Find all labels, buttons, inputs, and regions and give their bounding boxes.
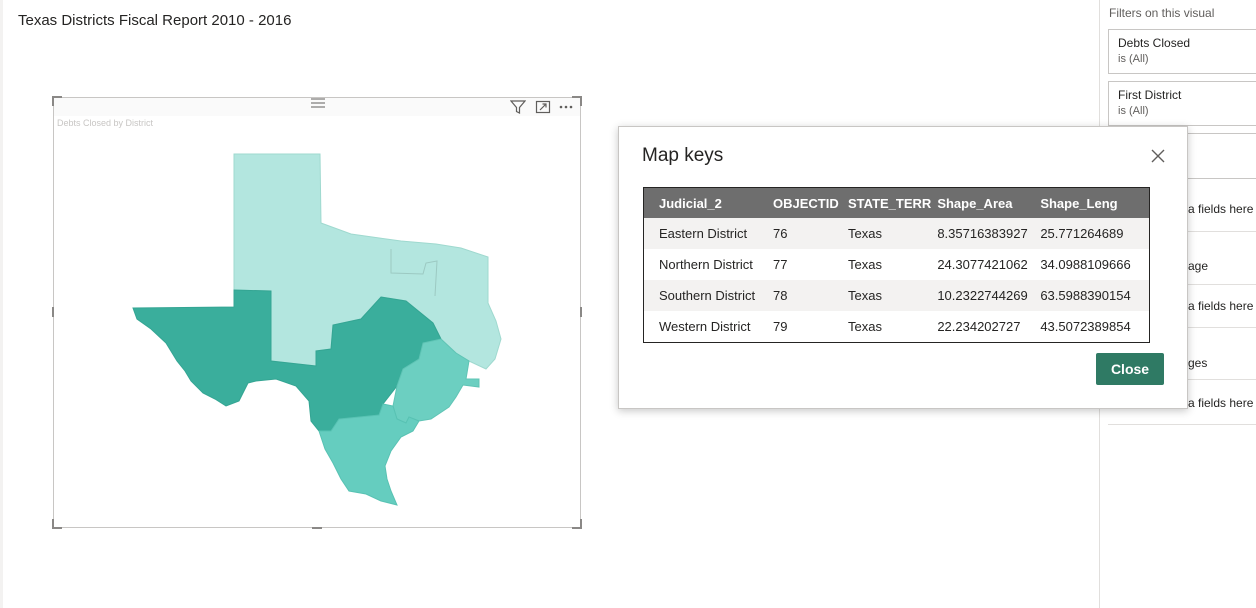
table-cell: 63.5988390154 xyxy=(1034,280,1150,311)
close-icon[interactable] xyxy=(1149,147,1167,165)
table-cell: 10.2322744269 xyxy=(931,280,1035,311)
table-header-row: Judicial_2 OBJECTID STATE_TERR Shape_Are… xyxy=(643,187,1150,218)
filter-card-debts-closed[interactable]: Debts Closed is (All) xyxy=(1108,29,1256,74)
column-header: Shape_Area xyxy=(931,187,1035,218)
map-visual[interactable]: Debts Closed by District xyxy=(52,96,582,529)
table-cell: Southern District xyxy=(643,280,767,311)
resize-handle-right[interactable] xyxy=(580,307,582,317)
table-cell: 43.5072389854 xyxy=(1034,311,1150,343)
resize-handle-bottom[interactable] xyxy=(312,527,322,529)
filter-card-first-district[interactable]: First District is (All) xyxy=(1108,81,1256,126)
table-cell: 8.35716383927 xyxy=(931,218,1035,249)
column-header: STATE_TERR xyxy=(842,187,932,218)
filters-heading: Filters on this visual xyxy=(1109,6,1215,20)
table-cell: Texas xyxy=(842,218,932,249)
table-cell: 34.0988109666 xyxy=(1034,249,1150,280)
table-cell: 76 xyxy=(767,218,842,249)
table-cell: 77 xyxy=(767,249,842,280)
table-cell: 22.234202727 xyxy=(931,311,1035,343)
filters-section-label: age xyxy=(1188,259,1209,273)
filter-name: First District xyxy=(1118,88,1182,102)
resize-handle-top-right[interactable] xyxy=(572,96,582,106)
map-keys-table: Judicial_2 OBJECTID STATE_TERR Shape_Are… xyxy=(643,187,1150,343)
table-cell: 24.3077421062 xyxy=(931,249,1035,280)
filter-value: is (All) xyxy=(1118,53,1149,65)
table-cell: Texas xyxy=(842,311,932,343)
table-cell: Northern District xyxy=(643,249,767,280)
add-data-fields-drop-zone[interactable]: a fields here xyxy=(1188,299,1253,313)
filters-section-label: ges xyxy=(1188,356,1208,370)
table-cell: 79 xyxy=(767,311,842,343)
filter-value: is (All) xyxy=(1118,105,1149,117)
close-button[interactable]: Close xyxy=(1096,353,1164,385)
table-row: Eastern District 76 Texas 8.35716383927 … xyxy=(643,218,1150,249)
column-header: OBJECTID xyxy=(767,187,842,218)
divider xyxy=(1108,424,1256,425)
resize-handle-bottom-right[interactable] xyxy=(572,519,582,529)
dialog-title: Map keys xyxy=(642,145,724,166)
filter-name: Debts Closed xyxy=(1118,36,1191,50)
table-row: Northern District 77 Texas 24.3077421062… xyxy=(643,249,1150,280)
map-keys-dialog: Map keys Judicial_2 OBJECTID STATE_TERR … xyxy=(618,126,1188,409)
canvas-edge xyxy=(0,0,3,608)
page-title: Texas Districts Fiscal Report 2010 - 201… xyxy=(18,12,292,29)
column-header: Judicial_2 xyxy=(643,187,767,218)
resize-handle-bottom-left[interactable] xyxy=(52,519,62,529)
table-cell: 25.771264689 xyxy=(1034,218,1150,249)
table-cell: 78 xyxy=(767,280,842,311)
add-data-fields-drop-zone[interactable]: a fields here xyxy=(1188,396,1253,410)
table-cell: Texas xyxy=(842,249,932,280)
table-cell: Eastern District xyxy=(643,218,767,249)
resize-handle-top-left[interactable] xyxy=(52,96,62,106)
table-cell: Texas xyxy=(842,280,932,311)
texas-district-map xyxy=(132,153,502,506)
table-row: Southern District 78 Texas 10.2322744269… xyxy=(643,280,1150,311)
add-data-fields-drop-zone[interactable]: a fields here xyxy=(1188,202,1253,216)
column-header: Shape_Leng xyxy=(1034,187,1150,218)
table-row: Western District 79 Texas 22.234202727 4… xyxy=(643,311,1150,343)
table-cell: Western District xyxy=(643,311,767,343)
resize-handle-left[interactable] xyxy=(52,307,54,317)
